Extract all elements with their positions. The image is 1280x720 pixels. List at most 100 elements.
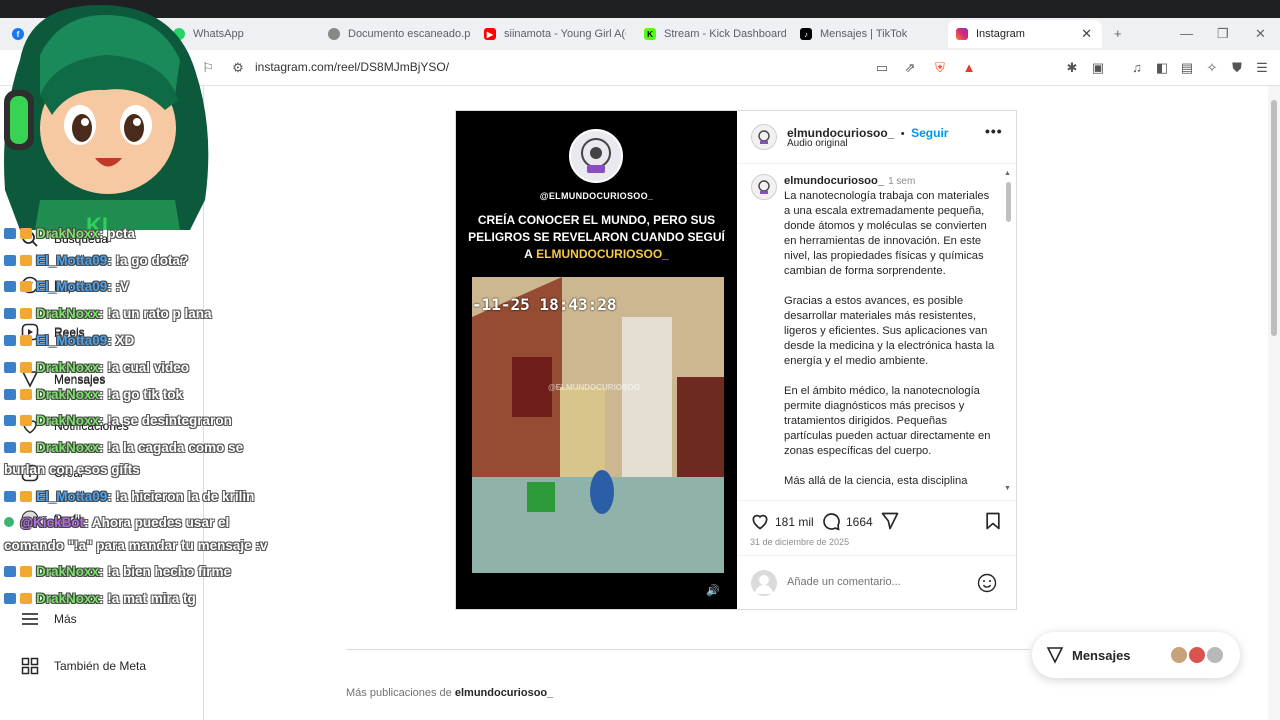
caption-paragraph: En el ámbito médico, la nanotecnología p…: [784, 385, 991, 457]
tab-youtube[interactable]: ▶ siinamota - Young Girl A(C: [476, 20, 626, 48]
more-posts-heading: Más publicaciones de elmundocuriosoo_: [346, 687, 553, 699]
likes-count[interactable]: 181 mil: [775, 515, 814, 529]
restore-icon[interactable]: ❐: [1217, 26, 1229, 42]
channel-logo: [569, 129, 623, 183]
post-card: @ELMUNDOCURIOSOO_ CREÍA CONOCER EL MUNDO…: [455, 110, 1017, 610]
caption-area: elmundocuriosoo_ 1 sem La nanotecnología …: [737, 163, 1016, 500]
minimize-icon[interactable]: —: [1180, 26, 1193, 41]
extensions-icon[interactable]: ✱: [1064, 60, 1080, 76]
cast-icon[interactable]: ▭: [874, 60, 890, 76]
brave-rewards-icon[interactable]: ▲: [961, 60, 977, 76]
messages-pill[interactable]: Mensajes: [1032, 632, 1240, 678]
instagram-icon: [956, 28, 968, 40]
brave-shield-icon[interactable]: ⛨: [932, 60, 948, 76]
chat-message: DrakNoxx: !a se desintegraron: [4, 413, 232, 428]
youtube-icon: ▶: [484, 28, 496, 40]
browser-menu-icon[interactable]: ☰: [1254, 60, 1270, 76]
video-watermark: @ELMUNDOCURIOSOO: [548, 383, 640, 392]
messages-icon: [1046, 647, 1064, 664]
caption-scroll-thumb[interactable]: [1006, 182, 1011, 222]
save-icon[interactable]: [983, 511, 1003, 531]
new-tab-button[interactable]: +: [1114, 26, 1122, 41]
scroll-up-icon[interactable]: ▲: [1004, 170, 1011, 177]
audio-link[interactable]: Audio original: [787, 138, 848, 149]
avatar: [1205, 645, 1225, 665]
sidebar-item-mas[interactable]: Más: [20, 609, 77, 629]
chat-message: DrakNoxx: !a mat mira tg: [4, 591, 196, 606]
separator-dot: •: [900, 128, 905, 140]
chat-message: DrakNoxx: !a bien hecho firme: [4, 564, 231, 579]
more-posts-prefix: Más publicaciones de: [346, 687, 452, 699]
reel-headline: CREÍA CONOCER EL MUNDO, PERO SUS PELIGRO…: [466, 212, 727, 263]
comment-box: Añade un comentario...: [737, 555, 1016, 609]
meta-grid-icon: [20, 656, 40, 676]
underlay-mensajes: Mensajes: [54, 373, 106, 387]
tiktok-icon: ♪: [800, 28, 812, 40]
more-posts-username[interactable]: elmundocuriosoo_: [455, 687, 553, 699]
chat-message: DrakNoxx: !a la cagada como se: [4, 440, 243, 455]
streamer-mascot: KI: [4, 5, 209, 230]
wallet-icon[interactable]: ▤: [1179, 60, 1195, 76]
close-tab-icon[interactable]: ✕: [1081, 26, 1092, 42]
like-icon[interactable]: [750, 511, 770, 531]
tab-tiktok[interactable]: ♪ Mensajes | TikTok: [792, 20, 942, 48]
tab-label: Documento escaneado.pdf: [348, 28, 470, 40]
globe-icon: [328, 28, 340, 40]
tab-label: Mensajes | TikTok: [820, 28, 908, 40]
tab-label: siinamota - Young Girl A(C: [504, 28, 626, 40]
vpn-icon[interactable]: ⛊: [1229, 60, 1245, 76]
music-icon[interactable]: ♫: [1129, 60, 1145, 76]
site-settings-icon[interactable]: ⚙: [230, 60, 246, 76]
tab-label: Stream - Kick Dashboard: [664, 28, 786, 40]
comments-count[interactable]: 1664: [846, 515, 873, 529]
caption-paragraph: Gracias a estos avances, es posible desa…: [784, 295, 995, 367]
author-avatar[interactable]: [751, 124, 777, 150]
leo-icon[interactable]: ✧: [1204, 60, 1220, 76]
follow-button[interactable]: Seguir: [911, 126, 948, 140]
chat-message: DrakNoxx: !a cual video: [4, 360, 189, 375]
scrollbar-thumb[interactable]: [1271, 100, 1277, 336]
caption-username[interactable]: elmundocuriosoo_: [784, 175, 884, 187]
avatar: [1187, 645, 1207, 665]
share-icon[interactable]: [880, 511, 900, 531]
page-scrollbar[interactable]: [1268, 86, 1280, 720]
caption-avatar[interactable]: [751, 174, 777, 200]
video-scene: [472, 277, 724, 573]
headline-highlight: ELMUNDOCURIOSOO_: [536, 247, 669, 261]
video-timestamp: -11-25 18:43:28: [472, 295, 617, 314]
close-window-icon[interactable]: ✕: [1255, 26, 1266, 42]
sidebar-item-meta[interactable]: También de Meta: [20, 656, 146, 676]
reel-handle: @ELMUNDOCURIOSOO_: [539, 191, 654, 201]
chat-message: El_Motta09: XD: [4, 333, 134, 348]
comment-icon[interactable]: [821, 511, 841, 531]
kick-icon: K: [644, 28, 656, 40]
share-icon[interactable]: ⇗: [902, 60, 918, 76]
section-divider: [346, 649, 1030, 650]
reader-icon[interactable]: ▣: [1090, 60, 1106, 76]
comment-input[interactable]: Añade un comentario...: [787, 576, 901, 588]
emoji-icon[interactable]: [977, 573, 997, 593]
caption-time: 1 sem: [888, 176, 916, 187]
more-options-icon[interactable]: •••: [985, 123, 1003, 139]
tab-kick[interactable]: K Stream - Kick Dashboard: [636, 20, 786, 48]
menu-icon: [20, 609, 40, 629]
chat-message: DrakNoxx: pcta: [4, 226, 135, 241]
chat-message: @KickBot: Ahora puedes usar el: [4, 515, 229, 530]
tab-instagram[interactable]: Instagram ✕: [948, 20, 1102, 48]
video-frame: -11-25 18:43:28 @ELMUNDOCURIOSOO: [472, 277, 724, 573]
scroll-down-icon[interactable]: ▼: [1004, 485, 1011, 492]
chat-message: El_Motta09: :V: [4, 279, 129, 294]
post-info: elmundocuriosoo_ • Seguir Audio original…: [737, 111, 1016, 609]
tab-label: Instagram: [976, 28, 1025, 40]
volume-icon[interactable]: 🔊: [706, 584, 720, 597]
post-actions: 181 mil 1664 31 de diciembre de 2025: [737, 500, 1016, 555]
url-input[interactable]: instagram.com/reel/DS8MJmBjYSO/: [255, 60, 449, 74]
post-date: 31 de diciembre de 2025: [750, 537, 850, 547]
sidebar-toggle-icon[interactable]: ◧: [1154, 60, 1170, 76]
caption-scrollbar[interactable]: ▲ ▼: [1003, 170, 1013, 495]
reel-video[interactable]: @ELMUNDOCURIOSOO_ CREÍA CONOCER EL MUNDO…: [456, 111, 737, 609]
caption-text: elmundocuriosoo_ 1 sem La nanotecnología …: [784, 174, 996, 500]
chat-message: El_Motta09: !a hicieron la de krilin: [4, 489, 254, 504]
chat-message: El_Motta09: !a go dota?: [4, 253, 188, 268]
tab-documento[interactable]: Documento escaneado.pdf: [320, 20, 470, 48]
